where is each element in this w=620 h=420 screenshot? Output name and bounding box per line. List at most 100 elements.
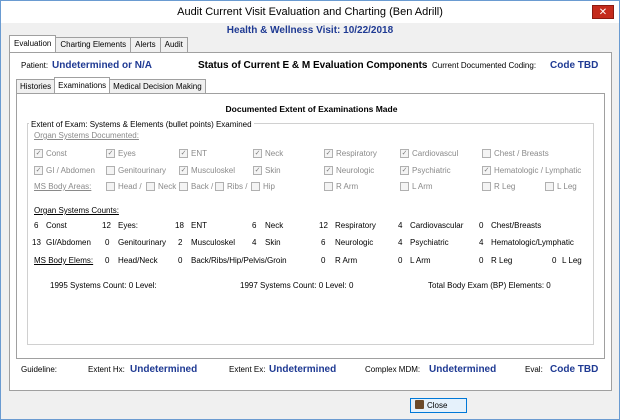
l-arm-checkbox[interactable] [400, 182, 409, 191]
psychiatric-count: 4 [398, 238, 403, 247]
hip-checkbox[interactable] [251, 182, 260, 191]
body-areas-label: MS Body Areas: [34, 182, 92, 191]
musculoskel-checkbox[interactable]: ✓ [179, 166, 188, 175]
close-button[interactable]: Close [410, 398, 467, 413]
door-exit-icon [415, 400, 424, 410]
window-title: Audit Current Visit Evaluation and Chart… [177, 6, 443, 18]
evaluation-subtabs: Histories Examinations Medical Decision … [16, 77, 206, 93]
psychiatric-checkbox[interactable]: ✓ [400, 166, 409, 175]
musculoskel-count-label: Musculoskel [191, 238, 236, 247]
neurologic-label: Neurologic [336, 166, 375, 175]
skin-checkbox[interactable]: ✓ [253, 166, 262, 175]
guideline-label: Guideline: [21, 365, 58, 374]
cardiovascular-count: 4 [398, 221, 403, 230]
total-body-exam: Total Body Exam (BP) Elements: 0 [428, 281, 551, 290]
hematologic-lymphatic-count-label: Hematologic/Lymphatic [491, 238, 574, 247]
tab-evaluation[interactable]: Evaluation [9, 35, 57, 52]
r-leg-checkbox[interactable] [482, 182, 491, 191]
ent-count-label: ENT [191, 221, 207, 230]
respiratory-checkbox[interactable]: ✓ [324, 149, 333, 158]
gi-abdomen-count-label: GI/Abdomen [46, 238, 91, 247]
exam-group: Organ Systems Documented: ✓ Const ✓ Eyes… [27, 123, 594, 345]
respiratory-count-label: Respiratory [335, 221, 376, 230]
back-label: Back / [191, 182, 214, 191]
neurologic-checkbox[interactable]: ✓ [324, 166, 333, 175]
back-ribs-count: 0 [178, 256, 183, 265]
chest-breasts-label: Chest / Breasts [494, 149, 549, 158]
evaluation-panel: Patient: Undetermined or N/A Status of C… [9, 52, 612, 391]
tab-examinations[interactable]: Examinations [54, 77, 111, 93]
const-checkbox[interactable]: ✓ [34, 149, 43, 158]
status-title: Status of Current E & M Evaluation Compo… [198, 60, 428, 71]
tab-medical-decision-making[interactable]: Medical Decision Making [109, 79, 206, 93]
organ-systems-label: Organ Systems Documented: [34, 131, 139, 140]
hip-label: Hip [263, 182, 276, 191]
head-neck-count: 0 [105, 256, 110, 265]
neck-count: 6 [252, 221, 257, 230]
psychiatric-label: Psychiatric [412, 166, 451, 175]
hematologic-lymphatic-label: Hematologic / Lymphatic [494, 166, 582, 175]
back-ribs-count-label: Back/Ribs/Hip/Pelvis/Groin [191, 256, 287, 265]
ribs-checkbox[interactable] [215, 182, 224, 191]
genitourinary-count-label: Genitourinary [118, 238, 167, 247]
const-count-label: Const [46, 221, 67, 230]
head-label: Head / [118, 182, 142, 191]
respiratory-count: 12 [319, 221, 328, 230]
eyes-label: Eyes [118, 149, 136, 158]
complex-mdm-label: Complex MDM: [365, 365, 421, 374]
respiratory-label: Respiratory [336, 149, 377, 158]
cardiovascul-label: Cardiovascul [412, 149, 459, 158]
r-arm-label: R Arm [336, 182, 359, 191]
title-bar: Audit Current Visit Evaluation and Chart… [1, 1, 619, 23]
hematologic-lymphatic-checkbox[interactable]: ✓ [482, 166, 491, 175]
neck-checkbox[interactable]: ✓ [253, 149, 262, 158]
neck-count-label: Neck [265, 221, 284, 230]
window-close-icon[interactable]: ✕ [592, 5, 614, 19]
ent-checkbox[interactable]: ✓ [179, 149, 188, 158]
extent-ex-label: Extent Ex: [229, 365, 266, 374]
eval-label: Eval: [525, 365, 543, 374]
back-checkbox[interactable] [179, 182, 188, 191]
genitourinary-count: 0 [105, 238, 110, 247]
r-arm-checkbox[interactable] [324, 182, 333, 191]
neck-area-checkbox[interactable] [146, 182, 155, 191]
genitourinary-checkbox[interactable] [106, 166, 115, 175]
tab-charting-elements[interactable]: Charting Elements [55, 37, 132, 52]
hematologic-lymphatic-count: 4 [479, 238, 484, 247]
eyes-checkbox[interactable]: ✓ [106, 149, 115, 158]
cardiovascul-checkbox[interactable]: ✓ [400, 149, 409, 158]
l-arm-count-label: L Arm [410, 256, 431, 265]
r-arm-count: 0 [321, 256, 326, 265]
systems-count-1997: 1997 Systems Count: 0 Level: 0 [240, 281, 354, 290]
close-button-label: Close [427, 401, 448, 410]
gi-abdomen-label: GI / Abdomen [46, 166, 95, 175]
eyes-count-label: Eyes: [118, 221, 139, 230]
exam-group-label: Extent of Exam: Systems & Elements (bull… [29, 120, 254, 129]
r-leg-label: R Leg [494, 182, 516, 191]
ent-label: ENT [191, 149, 207, 158]
examinations-panel: Documented Extent of Examinations Made E… [16, 93, 605, 359]
skin-count: 4 [252, 238, 257, 247]
l-leg-count: 0 [552, 256, 557, 265]
head-checkbox[interactable] [106, 182, 115, 191]
audit-window: Audit Current Visit Evaluation and Chart… [0, 0, 620, 420]
tab-alerts[interactable]: Alerts [130, 37, 161, 52]
extent-ex-value: Undetermined [269, 364, 337, 375]
tab-audit[interactable]: Audit [159, 37, 188, 52]
l-leg-count-label: L Leg [562, 256, 582, 265]
visit-subtitle: Health & Wellness Visit: 10/22/2018 [226, 25, 394, 36]
neurologic-count-label: Neurologic [335, 238, 374, 247]
neurologic-count: 6 [321, 238, 326, 247]
tab-histories[interactable]: Histories [16, 79, 56, 93]
patient-value: Undetermined or N/A [52, 60, 153, 71]
const-count: 6 [34, 221, 39, 230]
const-label: Const [46, 149, 67, 158]
l-leg-checkbox[interactable] [545, 182, 554, 191]
skin-count-label: Skin [265, 238, 281, 247]
ent-count: 18 [175, 221, 184, 230]
l-leg-label: L Leg [557, 182, 577, 191]
chest-breasts-checkbox[interactable] [482, 149, 491, 158]
extent-hx-label: Extent Hx: [88, 365, 125, 374]
eval-value: Code TBD [550, 364, 599, 375]
gi-abdomen-checkbox[interactable]: ✓ [34, 166, 43, 175]
